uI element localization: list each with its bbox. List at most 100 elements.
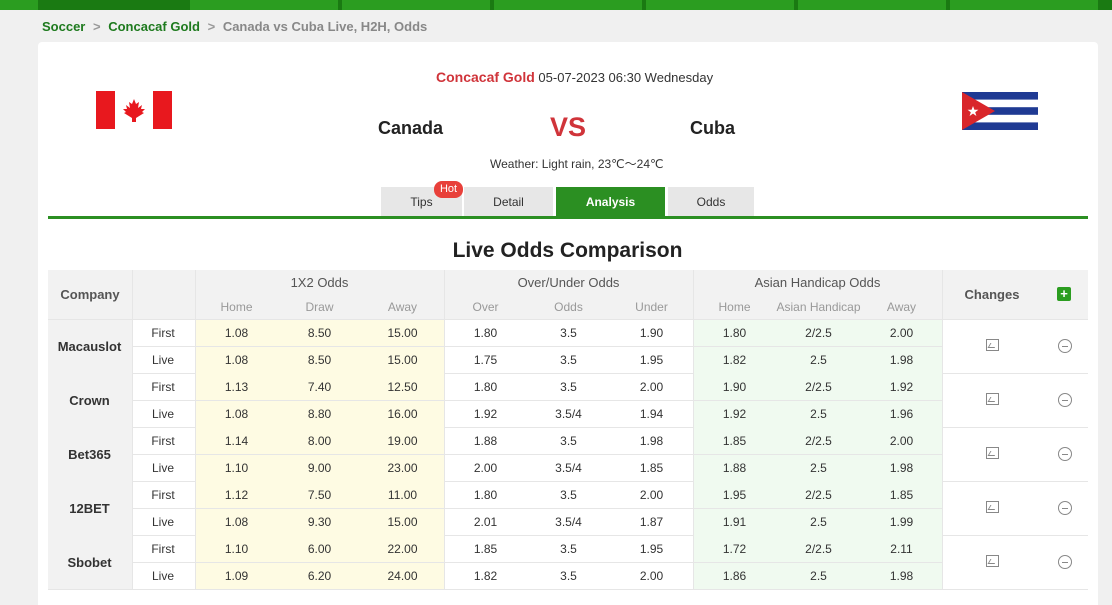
odds-chart-icon[interactable]: [986, 447, 999, 459]
odds-ou-live[interactable]: 2.00: [444, 461, 527, 475]
company-name[interactable]: Crown: [48, 393, 131, 408]
odds-ou-first[interactable]: 1.80: [444, 380, 527, 394]
odds-x12-live[interactable]: 1.08: [195, 407, 278, 421]
odds-x12-live[interactable]: 1.08: [195, 515, 278, 529]
odds-ah-live[interactable]: 1.99: [861, 515, 942, 529]
odds-x12-first[interactable]: 15.00: [361, 326, 444, 340]
odds-ou-live[interactable]: 1.85: [610, 461, 693, 475]
odds-chart-icon[interactable]: [986, 555, 999, 567]
company-name[interactable]: Macauslot: [48, 339, 131, 354]
odds-x12-first[interactable]: 19.00: [361, 434, 444, 448]
company-name[interactable]: Sbobet: [48, 555, 131, 570]
odds-ah-live[interactable]: 1.92: [693, 407, 776, 421]
top-nav-item[interactable]: [190, 0, 340, 10]
top-nav-item[interactable]: [798, 0, 948, 10]
odds-x12-first[interactable]: 22.00: [361, 542, 444, 556]
odds-ou-live[interactable]: 1.87: [610, 515, 693, 529]
odds-x12-live[interactable]: 16.00: [361, 407, 444, 421]
odds-ah-first[interactable]: 1.85: [861, 488, 942, 502]
odds-x12-live[interactable]: 6.20: [278, 569, 361, 583]
odds-ah-live[interactable]: 2.5: [776, 515, 861, 529]
odds-ah-first[interactable]: 2/2.5: [776, 380, 861, 394]
odds-x12-first[interactable]: 7.40: [278, 380, 361, 394]
odds-ou-first[interactable]: 1.80: [444, 488, 527, 502]
odds-ah-live[interactable]: 2.5: [776, 461, 861, 475]
odds-ah-live[interactable]: 1.96: [861, 407, 942, 421]
odds-x12-first[interactable]: 1.08: [195, 326, 278, 340]
odds-ou-first[interactable]: 1.80: [444, 326, 527, 340]
odds-ah-live[interactable]: 1.82: [693, 353, 776, 367]
collapse-icon[interactable]: [1058, 447, 1072, 461]
odds-ou-first[interactable]: 1.95: [610, 542, 693, 556]
tab-detail[interactable]: Detail: [464, 187, 553, 216]
odds-x12-live[interactable]: 8.80: [278, 407, 361, 421]
odds-ou-first[interactable]: 1.88: [444, 434, 527, 448]
odds-ah-first[interactable]: 1.72: [693, 542, 776, 556]
odds-ou-live[interactable]: 3.5/4: [527, 461, 610, 475]
odds-x12-first[interactable]: 1.13: [195, 380, 278, 394]
odds-ah-live[interactable]: 2.5: [776, 353, 861, 367]
away-team-name[interactable]: Cuba: [690, 118, 735, 139]
odds-ah-first[interactable]: 1.92: [861, 380, 942, 394]
odds-ah-first[interactable]: 1.90: [693, 380, 776, 394]
odds-chart-icon[interactable]: [986, 339, 999, 351]
company-name[interactable]: 12BET: [48, 501, 131, 516]
collapse-icon[interactable]: [1058, 393, 1072, 407]
odds-x12-live[interactable]: 15.00: [361, 353, 444, 367]
odds-ah-first[interactable]: 1.80: [693, 326, 776, 340]
odds-ou-live[interactable]: 3.5/4: [527, 407, 610, 421]
league-link[interactable]: Concacaf Gold: [436, 69, 535, 85]
odds-ou-first[interactable]: 3.5: [527, 488, 610, 502]
odds-ou-live[interactable]: 3.5: [527, 569, 610, 583]
odds-x12-first[interactable]: 11.00: [361, 488, 444, 502]
odds-x12-first[interactable]: 1.14: [195, 434, 278, 448]
odds-ah-live[interactable]: 1.88: [693, 461, 776, 475]
odds-ah-live[interactable]: 1.98: [861, 353, 942, 367]
top-nav-item[interactable]: [0, 0, 40, 10]
odds-x12-live[interactable]: 24.00: [361, 569, 444, 583]
odds-x12-first[interactable]: 1.10: [195, 542, 278, 556]
odds-ou-first[interactable]: 3.5: [527, 542, 610, 556]
odds-ou-live[interactable]: 1.92: [444, 407, 527, 421]
odds-x12-live[interactable]: 1.08: [195, 353, 278, 367]
collapse-icon[interactable]: [1058, 501, 1072, 515]
odds-ou-live[interactable]: 1.94: [610, 407, 693, 421]
odds-ou-first[interactable]: 3.5: [527, 380, 610, 394]
odds-x12-live[interactable]: 1.09: [195, 569, 278, 583]
odds-x12-first[interactable]: 1.12: [195, 488, 278, 502]
odds-ou-live[interactable]: 1.75: [444, 353, 527, 367]
odds-ou-live[interactable]: 1.82: [444, 569, 527, 583]
odds-ah-first[interactable]: 1.95: [693, 488, 776, 502]
odds-x12-first[interactable]: 8.00: [278, 434, 361, 448]
collapse-icon[interactable]: [1058, 555, 1072, 569]
top-nav-item[interactable]: [646, 0, 796, 10]
odds-ah-first[interactable]: 2.11: [861, 542, 942, 556]
company-name[interactable]: Bet365: [48, 447, 131, 462]
odds-ou-first[interactable]: 1.98: [610, 434, 693, 448]
odds-chart-icon[interactable]: [986, 393, 999, 405]
breadcrumb-link-league[interactable]: Concacaf Gold: [108, 19, 200, 34]
odds-ah-first[interactable]: 2/2.5: [776, 434, 861, 448]
odds-ah-live[interactable]: 1.91: [693, 515, 776, 529]
odds-ah-first[interactable]: 2/2.5: [776, 488, 861, 502]
odds-ah-live[interactable]: 2.5: [776, 569, 861, 583]
odds-x12-live[interactable]: 23.00: [361, 461, 444, 475]
odds-ou-live[interactable]: 2.00: [610, 569, 693, 583]
odds-x12-live[interactable]: 8.50: [278, 353, 361, 367]
tab-odds[interactable]: Odds: [668, 187, 754, 216]
odds-ou-first[interactable]: 1.85: [444, 542, 527, 556]
home-team-name[interactable]: Canada: [378, 118, 443, 139]
odds-ah-first[interactable]: 2.00: [861, 434, 942, 448]
odds-chart-icon[interactable]: [986, 501, 999, 513]
odds-ah-first[interactable]: 2/2.5: [776, 326, 861, 340]
odds-ah-live[interactable]: 1.98: [861, 569, 942, 583]
top-nav-item[interactable]: [342, 0, 492, 10]
odds-ah-first[interactable]: 2/2.5: [776, 542, 861, 556]
tab-analysis[interactable]: Analysis: [556, 187, 665, 216]
odds-x12-first[interactable]: 8.50: [278, 326, 361, 340]
odds-ou-first[interactable]: 2.00: [610, 380, 693, 394]
odds-x12-live[interactable]: 1.10: [195, 461, 278, 475]
odds-ou-live[interactable]: 3.5: [527, 353, 610, 367]
odds-ou-first[interactable]: 3.5: [527, 326, 610, 340]
odds-ou-first[interactable]: 3.5: [527, 434, 610, 448]
